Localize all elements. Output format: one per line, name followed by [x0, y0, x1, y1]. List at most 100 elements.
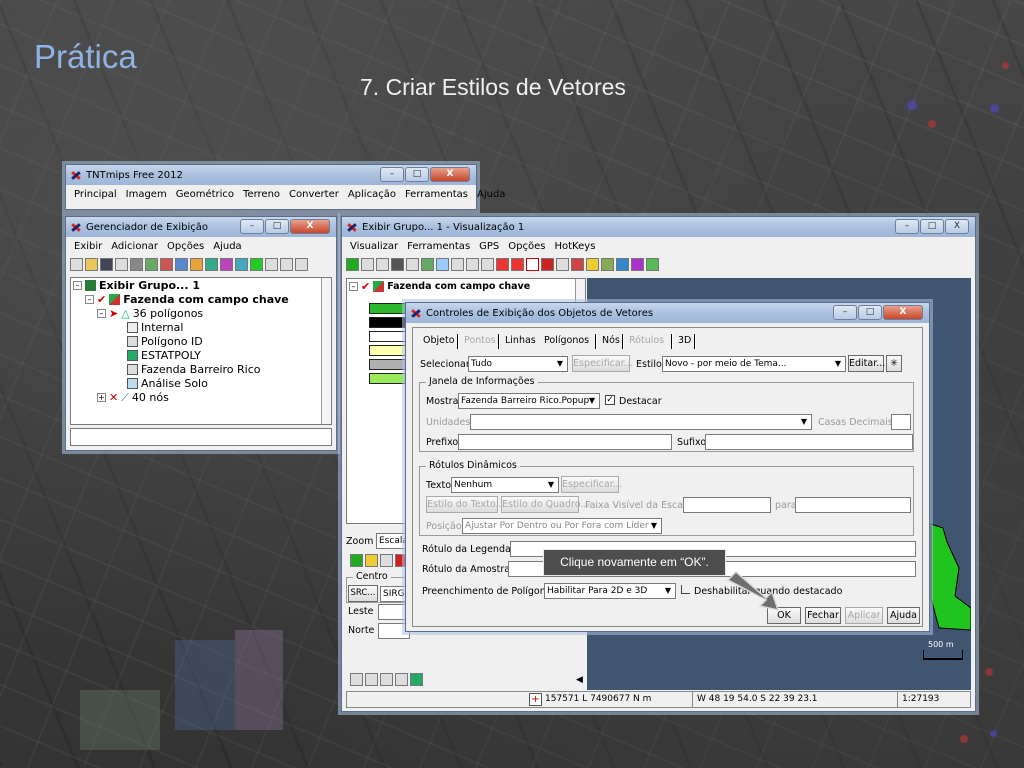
- destacar-checkbox[interactable]: ✓: [605, 395, 615, 405]
- src-button[interactable]: SRC...: [348, 585, 378, 602]
- scroll-left-icon[interactable]: ◀: [576, 675, 583, 685]
- unidades-dropdown[interactable]: ▼: [470, 414, 812, 430]
- redraw-icon[interactable]: [346, 258, 359, 271]
- close-icon[interactable]: X: [945, 219, 969, 234]
- maximize-icon[interactable]: □: [920, 219, 944, 234]
- zoom-in-icon[interactable]: [556, 258, 569, 271]
- folder-icon[interactable]: [365, 554, 378, 567]
- menu-gps[interactable]: GPS: [479, 241, 499, 252]
- camera-icon[interactable]: [406, 258, 419, 271]
- menu-visualizar[interactable]: Visualizar: [350, 241, 398, 252]
- menu-principal[interactable]: Principal: [74, 189, 117, 200]
- menu-opcoes[interactable]: Opções: [508, 241, 545, 252]
- posicao-dropdown[interactable]: Ajustar Por Dentro ou Por Fora com Líder…: [462, 518, 662, 534]
- collapse-icon[interactable]: –: [73, 281, 82, 290]
- save-icon[interactable]: [100, 258, 113, 271]
- collapse-icon[interactable]: –: [349, 282, 358, 291]
- gps-crosshair-icon[interactable]: +: [529, 693, 542, 706]
- mostrar-dropdown[interactable]: Fazenda Barreiro Rico.Popup ▼: [458, 393, 600, 409]
- dialog-titlebar[interactable]: Controles de Exibição dos Objetos de Vet…: [406, 303, 929, 323]
- list-icon[interactable]: [295, 258, 308, 271]
- forward-icon[interactable]: [511, 258, 524, 271]
- collapse-icon[interactable]: –: [97, 309, 106, 318]
- tab-nos[interactable]: Nós: [602, 333, 620, 349]
- tree-row-layer[interactable]: – ✔ Fazenda com campo chave: [85, 293, 289, 306]
- magnifier-icon[interactable]: [395, 673, 408, 686]
- aplicar-button[interactable]: Aplicar: [845, 607, 883, 624]
- preenchimento-dropdown[interactable]: Habilitar Para 2D e 3D ▼: [544, 583, 676, 599]
- menu-ferramentas[interactable]: Ferramentas: [405, 189, 468, 200]
- minimize-icon[interactable]: –: [895, 219, 919, 234]
- close-icon[interactable]: X: [883, 305, 923, 320]
- tree-row-group[interactable]: – Exibir Grupo... 1: [73, 279, 200, 292]
- estilo-dropdown[interactable]: Novo - por meio de Tema... ▼: [662, 356, 846, 372]
- menu-opcoes[interactable]: Opções: [167, 241, 204, 252]
- maximize-icon[interactable]: □: [265, 219, 289, 234]
- menu-hotkeys[interactable]: HotKeys: [555, 241, 596, 252]
- close-icon[interactable]: X: [430, 167, 470, 182]
- grid-icon[interactable]: [250, 258, 263, 271]
- menu-aplicacao[interactable]: Aplicação: [348, 189, 396, 200]
- add-layer-icon[interactable]: [421, 258, 434, 271]
- tab-3d[interactable]: 3D: [678, 333, 691, 349]
- tab-linhas[interactable]: Linhas: [505, 333, 536, 349]
- tree-row-table[interactable]: ESTATPOLY: [127, 349, 201, 362]
- new-icon[interactable]: [70, 258, 83, 271]
- pointer-icon[interactable]: [571, 258, 584, 271]
- gps-icon[interactable]: [646, 258, 659, 271]
- point-icon[interactable]: [466, 258, 479, 271]
- menu-converter[interactable]: Converter: [289, 189, 339, 200]
- checkmark-icon[interactable]: ✔: [97, 293, 106, 306]
- display-manager-titlebar[interactable]: Gerenciador de Exibição – □ X: [66, 217, 336, 237]
- zoom-in-icon[interactable]: [365, 673, 378, 686]
- prefixo-field[interactable]: [458, 434, 672, 450]
- layers-icon[interactable]: [631, 258, 644, 271]
- open-icon[interactable]: [85, 258, 98, 271]
- db-icon[interactable]: [280, 258, 293, 271]
- maximize-icon[interactable]: □: [405, 167, 429, 182]
- main-window-titlebar[interactable]: TNTmips Free 2012 – □ X: [66, 165, 476, 185]
- pencil-icon[interactable]: [586, 258, 599, 271]
- menu-adicionar[interactable]: Adicionar: [111, 241, 158, 252]
- ajuda-button[interactable]: Ajuda: [887, 607, 920, 624]
- menu-ajuda[interactable]: Ajuda: [477, 189, 505, 200]
- menu-exibir[interactable]: Exibir: [74, 241, 102, 252]
- tree-row-table[interactable]: Polígono ID: [127, 335, 203, 348]
- checkmark-icon[interactable]: ✔: [361, 280, 370, 293]
- selecionar-dropdown[interactable]: Tudo ▼: [468, 356, 568, 372]
- editar-button[interactable]: Editar...: [848, 355, 885, 372]
- region-icon[interactable]: [235, 258, 248, 271]
- print-icon[interactable]: [115, 258, 128, 271]
- shape-icon[interactable]: [220, 258, 233, 271]
- vector-icon[interactable]: [175, 258, 188, 271]
- estilo-texto-button[interactable]: Estilo do Texto...: [426, 496, 505, 513]
- estilo-quadro-button[interactable]: Estilo do Quadro...: [501, 496, 589, 513]
- select-icon[interactable]: [436, 258, 449, 271]
- stop-icon[interactable]: [526, 258, 539, 271]
- expand-icon[interactable]: +: [97, 393, 106, 402]
- zoom-out-icon[interactable]: [380, 673, 393, 686]
- settings-icon[interactable]: [541, 258, 554, 271]
- faixa-max-field[interactable]: [795, 497, 911, 513]
- link-icon[interactable]: [361, 258, 374, 271]
- zoom-fit-icon[interactable]: [350, 673, 363, 686]
- view-window-titlebar[interactable]: Exibir Grupo... 1 - Visualização 1 – □ X: [342, 217, 975, 237]
- menu-imagem[interactable]: Imagem: [126, 189, 167, 200]
- zoom-icon[interactable]: [376, 258, 389, 271]
- tin-icon[interactable]: [205, 258, 218, 271]
- chart-icon[interactable]: [616, 258, 629, 271]
- menu-ferramentas[interactable]: Ferramentas: [407, 241, 470, 252]
- tab-pontos[interactable]: Pontos: [464, 333, 496, 349]
- legend-layer-row[interactable]: – ✔ Fazenda com campo chave: [349, 280, 530, 293]
- texto-dropdown[interactable]: Nenhum ▼: [451, 477, 559, 493]
- tab-rotulos[interactable]: Rótulos: [629, 333, 664, 349]
- table-icon[interactable]: [265, 258, 278, 271]
- binoculars-icon[interactable]: [391, 258, 404, 271]
- tree-row-nodes[interactable]: + ✕ ⟋ 40 nós: [97, 391, 169, 404]
- minimize-icon[interactable]: –: [240, 219, 264, 234]
- deshabilitar-checkbox[interactable]: [681, 585, 690, 594]
- minimize-icon[interactable]: –: [380, 167, 404, 182]
- tree-row-table[interactable]: Análise Solo: [127, 377, 208, 390]
- raster-icon[interactable]: [160, 258, 173, 271]
- especificar-button[interactable]: Especificar...: [572, 355, 633, 372]
